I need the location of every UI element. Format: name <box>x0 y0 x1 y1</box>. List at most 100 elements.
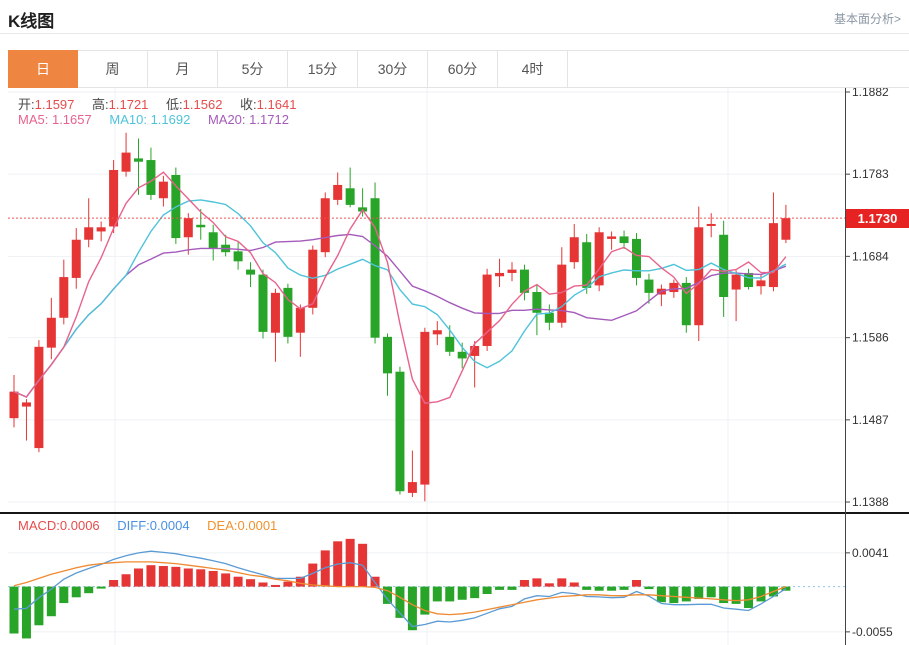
macd-bar <box>72 587 81 598</box>
macd-bar <box>657 587 666 603</box>
candle-body <box>259 275 268 332</box>
panel-separator <box>0 512 909 514</box>
candle-body <box>271 293 280 333</box>
header-bar: K线图 基本面分析> <box>0 0 909 34</box>
macd-bar <box>246 579 255 586</box>
macd-bar <box>34 587 43 626</box>
y-axis-label: -0.0055 <box>852 625 893 639</box>
interval-tabbar: 日周月5分15分30分60分4时 <box>8 50 909 88</box>
macd-bar <box>620 587 629 590</box>
candle-body <box>445 337 454 352</box>
macd-bar <box>171 567 180 587</box>
tabbar-filler <box>568 50 909 88</box>
macd-bar <box>159 566 168 587</box>
candle-body <box>122 153 131 172</box>
candle-body <box>769 223 778 287</box>
tab-月[interactable]: 月 <box>148 50 218 88</box>
macd-bar <box>757 587 766 602</box>
macd-bar <box>97 587 106 589</box>
macd-bar <box>146 565 155 586</box>
candle-body <box>508 270 517 273</box>
macd-bar <box>22 587 31 639</box>
y-axis-label: 1.1882 <box>852 88 889 99</box>
macd-bar <box>532 578 541 586</box>
candle-body <box>34 347 43 448</box>
candle-body <box>557 265 566 323</box>
candle-body <box>296 308 305 333</box>
candle-body <box>694 227 703 325</box>
y-axis-label: 1.1783 <box>852 167 889 181</box>
macd-bar <box>520 580 529 587</box>
macd-bar <box>84 587 93 594</box>
macd-bar <box>196 569 205 586</box>
candle-body <box>669 283 678 292</box>
macd-bar <box>495 587 504 590</box>
macd-bar <box>483 587 492 594</box>
tab-5分[interactable]: 5分 <box>218 50 288 88</box>
y-axis-label: 0.0041 <box>852 546 889 560</box>
candle-body <box>22 402 31 406</box>
macd-bar <box>744 587 753 608</box>
candle-body <box>545 313 554 323</box>
macd-bar <box>433 587 442 602</box>
macd-bar <box>545 583 554 586</box>
candle-body <box>234 251 243 261</box>
tab-日[interactable]: 日 <box>8 50 78 88</box>
candle-body <box>72 240 81 278</box>
macd-bar <box>445 587 454 602</box>
macd-bar <box>184 568 193 586</box>
candle-body <box>632 239 641 278</box>
tab-30分[interactable]: 30分 <box>358 50 428 88</box>
macd-bar <box>221 573 230 586</box>
kline-chart-area[interactable]: 1.18821.17831.16841.15861.14871.13880.00… <box>0 88 909 645</box>
candle-body <box>757 280 766 286</box>
tab-4时[interactable]: 4时 <box>498 50 568 88</box>
candle-body <box>47 318 56 348</box>
candle-body <box>59 277 68 318</box>
tab-60分[interactable]: 60分 <box>428 50 498 88</box>
page-title: K线图 <box>8 7 54 32</box>
macd-bar <box>682 587 691 602</box>
candle-body <box>732 275 741 290</box>
candle-body <box>644 280 653 293</box>
candle-body <box>209 232 218 248</box>
y-axis-label: 1.1684 <box>852 249 889 263</box>
candle-body <box>146 160 155 195</box>
candle-body <box>346 188 355 205</box>
candle-body <box>97 227 106 231</box>
macd-bar <box>271 585 280 587</box>
candle-body <box>408 482 417 493</box>
macd-bar <box>570 582 579 586</box>
fundamental-analysis-link[interactable]: 基本面分析> <box>834 10 901 27</box>
macd-bar <box>209 571 218 587</box>
macd-bar <box>557 578 566 586</box>
candle-body <box>719 235 728 297</box>
candle-body <box>371 198 380 337</box>
candle-body <box>134 158 143 161</box>
candle-body <box>570 237 579 262</box>
y-axis-label: 1.1388 <box>852 495 889 509</box>
candle-body <box>607 236 616 238</box>
macd-bar <box>582 587 591 590</box>
macd-bar <box>707 587 716 598</box>
candle-body <box>159 182 168 199</box>
candle-body <box>10 392 19 419</box>
candle-body <box>196 225 205 227</box>
macd-bar <box>669 587 678 603</box>
candle-body <box>707 224 716 226</box>
macd-bar <box>607 587 616 591</box>
macd-bar <box>644 587 653 589</box>
candle-body <box>420 332 429 485</box>
tab-周[interactable]: 周 <box>78 50 148 88</box>
candle-body <box>333 185 342 200</box>
candle-body <box>84 227 93 239</box>
candle-body <box>383 337 392 374</box>
macd-bar <box>10 587 19 634</box>
candle-body <box>781 218 790 240</box>
macd-bar <box>259 582 268 586</box>
kline-macd-chart[interactable]: 1.18821.17831.16841.15861.14871.13880.00… <box>0 88 909 645</box>
macd-bar <box>632 580 641 587</box>
macd-bar <box>122 574 131 586</box>
tab-15分[interactable]: 15分 <box>288 50 358 88</box>
macd-bar <box>694 587 703 599</box>
